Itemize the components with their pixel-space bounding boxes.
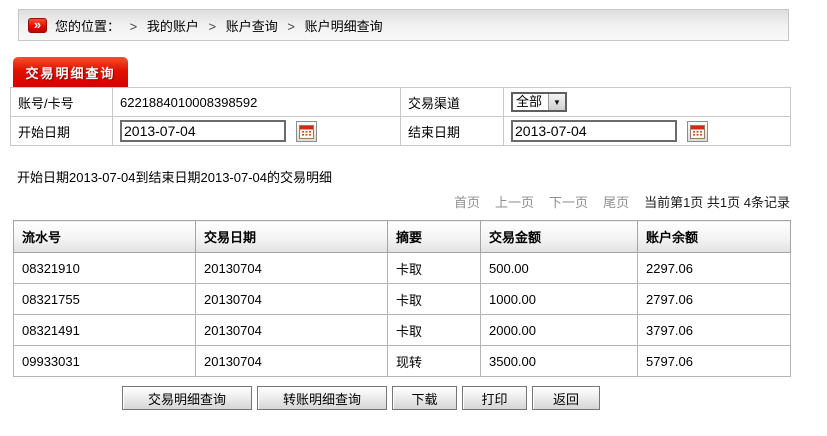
start-date-calendar-button[interactable] xyxy=(296,121,317,142)
breadcrumb-separator: > xyxy=(130,19,138,34)
tab-transaction-detail-query[interactable]: 交易明细查询 xyxy=(13,57,128,87)
channel-select[interactable]: 全部 ▼ xyxy=(511,92,567,112)
breadcrumb-item-account-detail-query: 账户明细查询 xyxy=(305,19,383,34)
table-cell: 09933031 xyxy=(14,346,196,377)
header-transaction-amount: 交易金额 xyxy=(481,221,638,253)
query-form: 账号/卡号 6221884010008398592 交易渠道 全部 ▼ 开始日期 xyxy=(10,87,791,146)
table-cell: 卡取 xyxy=(388,284,481,315)
pagination-first-link[interactable]: 首页 xyxy=(454,192,480,211)
header-serial-number: 流水号 xyxy=(14,221,196,253)
table-header-row: 流水号 交易日期 摘要 交易金额 账户余额 xyxy=(14,221,791,253)
transaction-detail-query-button[interactable]: 交易明细查询 xyxy=(122,386,252,410)
end-date-label: 结束日期 xyxy=(401,117,504,146)
transaction-table: 流水号 交易日期 摘要 交易金额 账户余额 0832191020130704卡取… xyxy=(13,220,791,377)
table-cell: 1000.00 xyxy=(481,284,638,315)
table-cell: 08321910 xyxy=(14,253,196,284)
account-number-value: 6221884010008398592 xyxy=(113,88,401,117)
back-button[interactable]: 返回 xyxy=(532,386,600,410)
table-cell: 08321491 xyxy=(14,315,196,346)
table-cell: 现转 xyxy=(388,346,481,377)
channel-label: 交易渠道 xyxy=(401,88,504,117)
pagination-status: 当前第1页 共1页 4条记录 xyxy=(644,192,790,211)
form-row-dates: 开始日期 结束日期 xyxy=(11,117,791,146)
table-cell: 卡取 xyxy=(388,315,481,346)
print-button[interactable]: 打印 xyxy=(462,386,527,410)
breadcrumb-text: 您的位置： > 我的账户 > 账户查询 > 账户明细查询 xyxy=(55,16,389,35)
action-button-row: 交易明细查询 转账明细查询 下载 打印 返回 xyxy=(122,386,600,410)
breadcrumb-item-account-query[interactable]: 账户查询 xyxy=(226,19,278,34)
channel-selected-value: 全部 xyxy=(513,94,548,110)
start-date-input[interactable] xyxy=(120,120,286,142)
account-detail-query-page: » 您的位置： > 我的账户 > 账户查询 > 账户明细查询 交易明细查询 账号… xyxy=(0,0,827,436)
breadcrumb-separator: > xyxy=(209,19,217,34)
pagination-prev-link[interactable]: 上一页 xyxy=(495,192,534,211)
table-row: 0993303120130704现转3500.005797.06 xyxy=(14,346,791,377)
pagination-last-link[interactable]: 尾页 xyxy=(603,192,629,211)
table-cell: 500.00 xyxy=(481,253,638,284)
table-cell: 3797.06 xyxy=(638,315,791,346)
table-cell: 20130704 xyxy=(196,284,388,315)
breadcrumb-item-my-account[interactable]: 我的账户 xyxy=(147,19,199,34)
table-cell: 20130704 xyxy=(196,346,388,377)
table-row: 0832149120130704卡取2000.003797.06 xyxy=(14,315,791,346)
table-cell: 20130704 xyxy=(196,315,388,346)
pagination-next-link[interactable]: 下一页 xyxy=(549,192,588,211)
table-cell: 08321755 xyxy=(14,284,196,315)
form-row-account-channel: 账号/卡号 6221884010008398592 交易渠道 全部 ▼ xyxy=(11,88,791,117)
download-button[interactable]: 下载 xyxy=(392,386,457,410)
breadcrumb: » 您的位置： > 我的账户 > 账户查询 > 账户明细查询 xyxy=(18,9,789,41)
table-cell: 2797.06 xyxy=(638,284,791,315)
breadcrumb-location-label: 您的位置： xyxy=(55,19,120,34)
table-cell: 3500.00 xyxy=(481,346,638,377)
start-date-label: 开始日期 xyxy=(11,117,113,146)
breadcrumb-separator: > xyxy=(287,19,295,34)
end-date-input[interactable] xyxy=(511,120,677,142)
double-chevron-icon: » xyxy=(28,18,47,33)
calendar-icon xyxy=(299,124,314,139)
table-cell: 卡取 xyxy=(388,253,481,284)
table-cell: 2297.06 xyxy=(638,253,791,284)
end-date-calendar-button[interactable] xyxy=(687,121,708,142)
query-summary-text: 开始日期2013-07-04到结束日期2013-07-04的交易明细 xyxy=(17,167,332,186)
table-cell: 5797.06 xyxy=(638,346,791,377)
table-row: 0832175520130704卡取1000.002797.06 xyxy=(14,284,791,315)
header-transaction-date: 交易日期 xyxy=(196,221,388,253)
calendar-icon xyxy=(690,124,705,139)
table-cell: 20130704 xyxy=(196,253,388,284)
header-abstract: 摘要 xyxy=(388,221,481,253)
transfer-detail-query-button[interactable]: 转账明细查询 xyxy=(257,386,387,410)
account-number-label: 账号/卡号 xyxy=(11,88,113,117)
pagination: 首页 上一页 下一页 尾页 当前第1页 共1页 4条记录 xyxy=(439,192,790,211)
header-account-balance: 账户余额 xyxy=(638,221,791,253)
table-row: 0832191020130704卡取500.002297.06 xyxy=(14,253,791,284)
table-cell: 2000.00 xyxy=(481,315,638,346)
chevron-down-icon[interactable]: ▼ xyxy=(548,94,565,110)
